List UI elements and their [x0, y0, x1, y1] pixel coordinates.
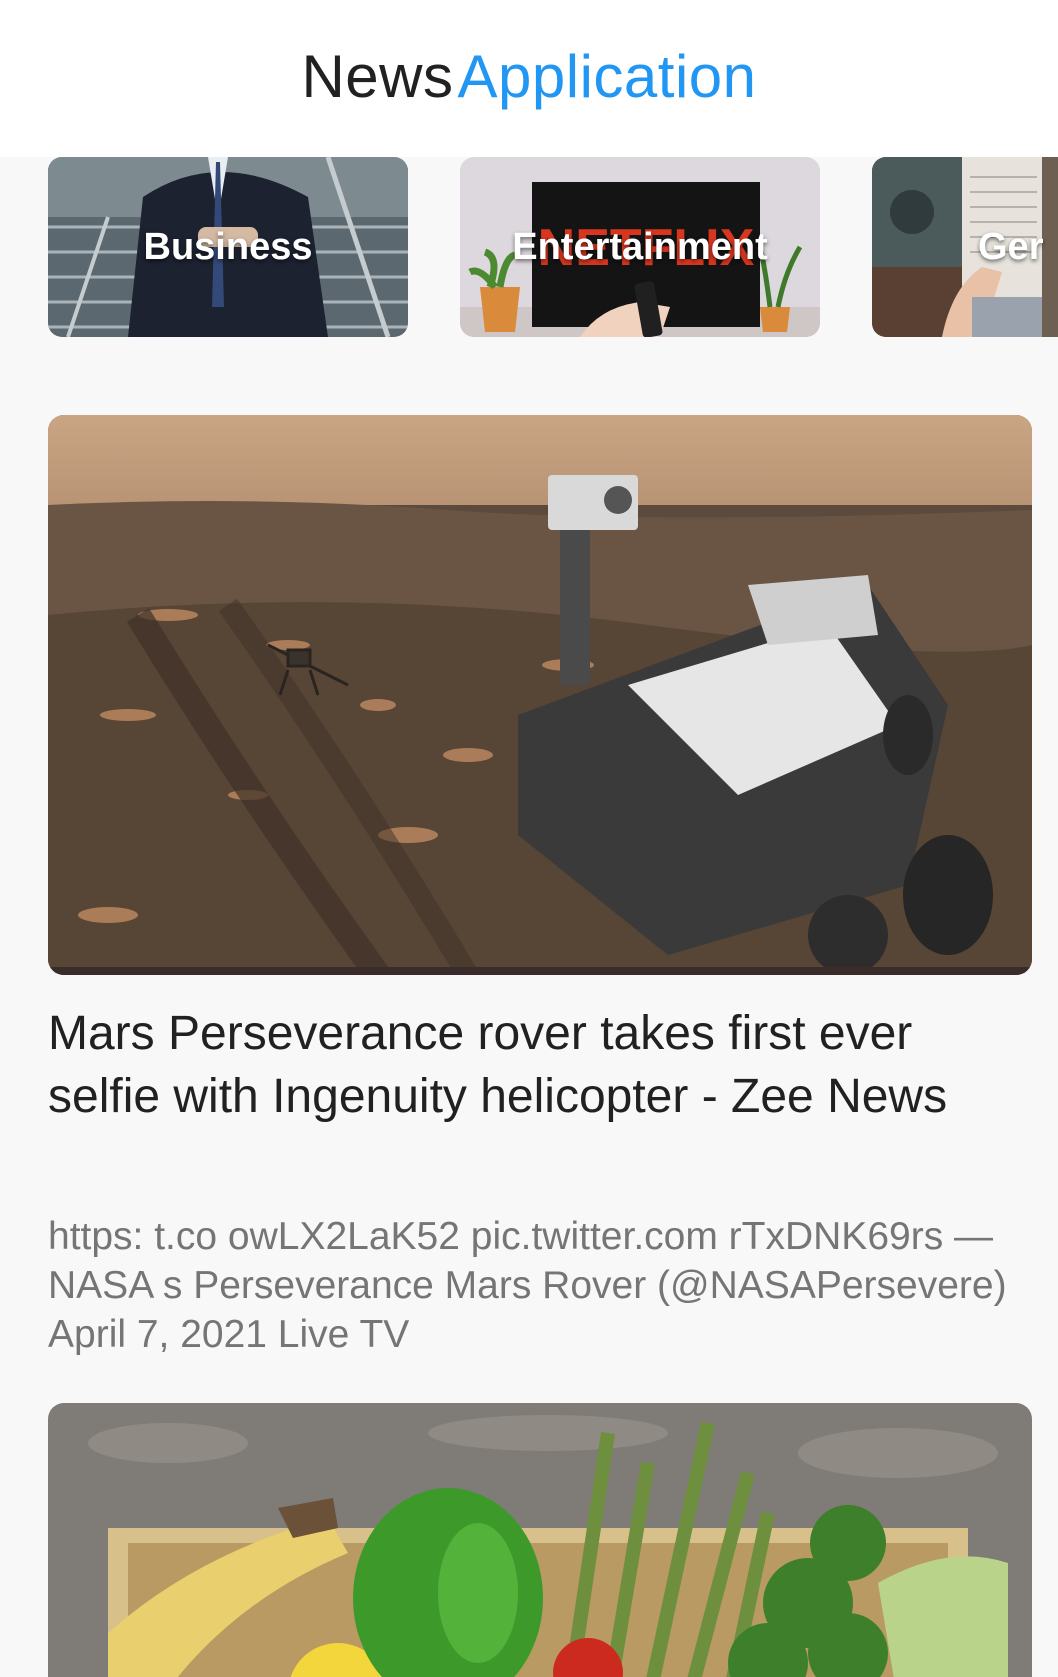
app-title: News Application: [301, 42, 756, 111]
category-carousel[interactable]: Business NETFLIX Entertainment Ger: [0, 157, 1058, 337]
article-description: https: t.co owLX2LaK52 pic.twitter.com r…: [48, 1215, 1007, 1356]
mars-rover-image: [48, 415, 1032, 975]
article-image-mars-rover[interactable]: [48, 415, 1032, 975]
app-bar: News Application: [0, 0, 1058, 157]
category-card-general[interactable]: Ger: [872, 157, 1058, 337]
category-card-entertainment[interactable]: NETFLIX Entertainment: [460, 157, 820, 337]
article-image-vegetables[interactable]: [48, 1403, 1032, 1677]
app-title-news: News: [301, 43, 454, 110]
category-card-business[interactable]: Business: [48, 157, 408, 337]
app-title-application: Application: [457, 43, 757, 110]
category-label: Entertainment: [512, 225, 768, 268]
category-label: Business: [143, 225, 313, 268]
category-label: Ger: [978, 225, 1044, 268]
article-title[interactable]: Mars Perseverance rover takes first ever…: [48, 1002, 1032, 1128]
vegetables-image: [48, 1403, 1032, 1677]
